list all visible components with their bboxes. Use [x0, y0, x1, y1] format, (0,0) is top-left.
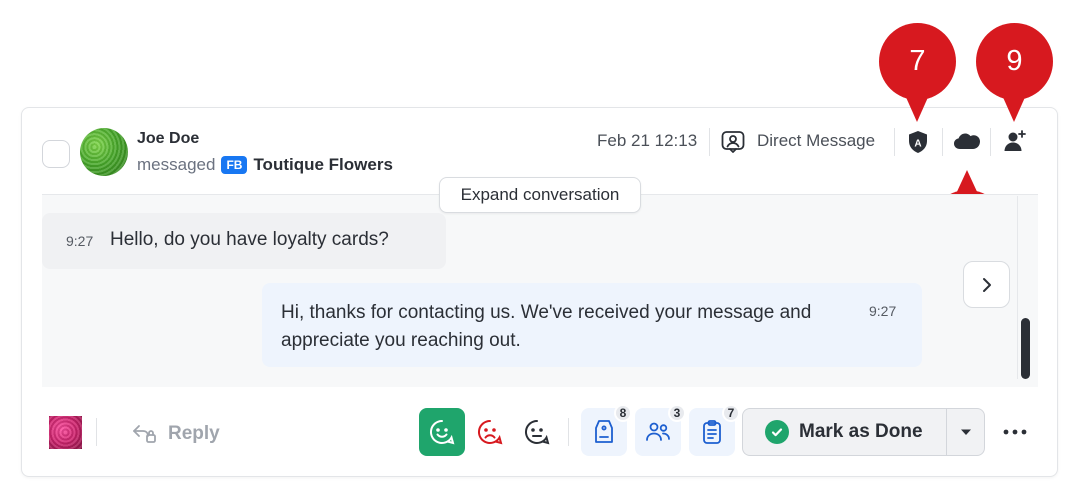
tag-icon [595, 420, 613, 443]
contacts-count-badge: 3 [668, 404, 686, 422]
sentiment-positive-button[interactable] [419, 408, 465, 456]
sentiment-negative-button[interactable] [467, 408, 513, 456]
sentiment-neutral-button[interactable] [514, 408, 560, 456]
notes-icon [703, 420, 721, 444]
happy-face-icon [430, 419, 455, 445]
message-time: 9:27 [869, 303, 897, 319]
reply-icon [131, 420, 157, 446]
next-button[interactable] [963, 261, 1010, 308]
message-time: 9:27 [66, 233, 94, 249]
message-text: Hello, do you have loyalty cards? [110, 229, 389, 250]
agent-avatar[interactable] [49, 416, 82, 449]
tags-button[interactable]: 8 [581, 404, 632, 456]
mark-as-done-label: Mark as Done [799, 421, 923, 442]
neutral-face-icon [525, 419, 550, 445]
more-options-button[interactable] [1000, 420, 1030, 444]
message-text: Hi, thanks for contacting us. We've rece… [281, 302, 812, 351]
mark-as-done-button[interactable]: Mark as Done [742, 408, 946, 456]
expand-conversation-tooltip[interactable]: Expand conversation [439, 177, 641, 213]
divider [96, 418, 97, 446]
chevron-right-icon [982, 277, 991, 292]
sad-face-icon [478, 419, 503, 445]
caret-down-icon [960, 429, 971, 435]
contacts-button[interactable]: 3 [635, 404, 686, 456]
contacts-icon [646, 422, 670, 441]
check-circle-icon [765, 420, 789, 444]
more-horizontal-icon [1003, 429, 1027, 435]
divider [568, 418, 569, 446]
tags-count-badge: 8 [614, 404, 632, 422]
notes-button[interactable]: 7 [689, 404, 740, 456]
reply-button[interactable]: Reply [168, 423, 220, 445]
scrollbar-thumb[interactable] [1021, 318, 1030, 379]
done-options-dropdown[interactable] [946, 408, 985, 456]
notes-count-badge: 7 [722, 404, 740, 422]
